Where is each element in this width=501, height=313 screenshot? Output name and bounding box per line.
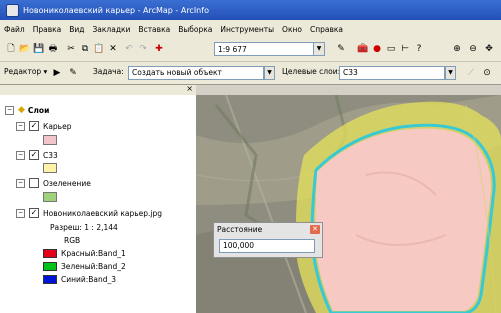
layer-symbol-swatch[interactable]	[43, 163, 57, 173]
layer-checkbox[interactable]: ✓	[29, 121, 39, 131]
pan-icon[interactable]: ✥	[482, 42, 496, 56]
raster-mode: RGB	[64, 236, 81, 245]
add-data-icon[interactable]: ✚	[152, 42, 166, 56]
band-blue: Синий:Band_3	[43, 275, 116, 284]
collapse-icon[interactable]: −	[16, 208, 25, 218]
toc-root-label: Слои	[27, 105, 50, 115]
raster-resolution: Разреш: 1 : 2,144	[50, 223, 118, 232]
toc-header	[0, 85, 196, 95]
distance-input[interactable]: 100,000	[219, 239, 315, 253]
standard-toolbar: 🗋 📂 💾 🖶 ✂ ⧉ 📋 ✕ ↶ ↷ ✚ 1:9 677 ▼ ✎ 🧰 ● ▭ …	[0, 38, 501, 62]
window-title: Новониколаевский карьер - ArcMap - ArcIn…	[23, 5, 209, 15]
band-red: Красный:Band_1	[43, 249, 126, 258]
layer-checkbox[interactable]	[29, 178, 39, 188]
layer-row-karier[interactable]: − ✓ Карьер	[16, 121, 71, 131]
sketch-properties-icon[interactable]: ⊙	[480, 66, 494, 80]
blue-band-swatch	[43, 275, 57, 284]
menu-insert[interactable]: Вставка	[134, 25, 174, 34]
menu-bookmarks[interactable]: Закладки	[89, 25, 135, 34]
menu-tools[interactable]: Инструменты	[216, 25, 278, 34]
open-icon[interactable]: 📂	[18, 42, 32, 56]
band-label: Синий:Band_3	[61, 275, 117, 284]
layer-name: Карьер	[43, 121, 72, 131]
menu-window[interactable]: Окно	[278, 25, 306, 34]
map-view[interactable]	[196, 95, 501, 313]
task-dropdown-icon[interactable]: ▼	[264, 66, 275, 80]
layer-checkbox[interactable]: ✓	[29, 150, 39, 160]
close-icon[interactable]: ✕	[310, 225, 320, 234]
target-dropdown-icon[interactable]: ▼	[445, 66, 456, 80]
new-document-icon[interactable]: 🗋	[4, 42, 18, 56]
layer-name: С33	[43, 150, 58, 160]
model-builder-icon[interactable]: ▭	[384, 42, 398, 56]
task-combobox[interactable]: Создать новый объект	[128, 66, 264, 80]
menu-bar: Файл Правка Вид Закладки Вставка Выборка…	[0, 20, 501, 39]
edit-tool-icon[interactable]: ▶	[50, 66, 64, 80]
band-label: Красный:Band_1	[61, 249, 126, 258]
green-band-swatch	[43, 262, 57, 271]
sketch-tool-icon[interactable]: ✎	[66, 66, 80, 80]
red-band-swatch	[43, 249, 57, 258]
editor-menu[interactable]: Редактор ▾	[4, 67, 47, 76]
python-icon[interactable]: ⊢	[398, 42, 412, 56]
collapse-icon[interactable]: −	[5, 105, 14, 115]
collapse-icon[interactable]: −	[16, 178, 25, 188]
toc-close-icon[interactable]: ×	[186, 84, 193, 93]
menu-help[interactable]: Справка	[306, 25, 347, 34]
arctoolbox-icon[interactable]: 🧰	[356, 42, 370, 56]
menu-file[interactable]: Файл	[0, 25, 29, 34]
cut-icon[interactable]: ✂	[64, 42, 78, 56]
zoom-out-icon[interactable]: ⊖	[466, 42, 480, 56]
task-label: Задача:	[93, 67, 124, 76]
attributes-icon[interactable]: ⟋	[464, 66, 478, 80]
menu-edit[interactable]: Правка	[29, 25, 66, 34]
layers-icon: ◆	[18, 105, 25, 115]
zoom-in-icon[interactable]: ⊕	[450, 42, 464, 56]
layer-symbol-swatch[interactable]	[43, 135, 57, 145]
paste-icon[interactable]: 📋	[92, 42, 106, 56]
layer-row-raster[interactable]: − ✓ Новониколаевский карьер.jpg	[16, 208, 162, 218]
delete-icon[interactable]: ✕	[106, 42, 120, 56]
map-scale-input[interactable]: 1:9 677	[214, 42, 314, 56]
quarry-area[interactable]	[314, 128, 492, 312]
editor-toolbar-icon[interactable]: ✎	[334, 42, 348, 56]
layer-name: Озеленение	[43, 178, 91, 188]
collapse-icon[interactable]: −	[16, 150, 25, 160]
target-label: Целевые слои:	[282, 67, 341, 76]
arcmap-app-icon	[6, 3, 19, 17]
distance-dialog: Расстояние ✕ 100,000	[213, 222, 323, 258]
layer-row-ozelenenie[interactable]: − Озеленение	[16, 178, 91, 188]
print-icon[interactable]: 🖶	[46, 42, 60, 56]
save-icon[interactable]: 💾	[32, 42, 46, 56]
map-canvas[interactable]	[196, 95, 501, 313]
whats-this-icon[interactable]: ?	[412, 42, 426, 56]
table-of-contents: × − ◆ Слои − ✓ Карьер − ✓ С33 − Озеленен…	[0, 84, 197, 313]
title-bar: Новониколаевский карьер - ArcMap - ArcIn…	[0, 0, 501, 20]
undo-icon[interactable]: ↶	[122, 42, 136, 56]
copy-icon[interactable]: ⧉	[78, 42, 92, 56]
redo-icon[interactable]: ↷	[136, 42, 150, 56]
layer-checkbox[interactable]: ✓	[29, 208, 39, 218]
band-green: Зеленый:Band_2	[43, 262, 126, 271]
target-layer-combobox[interactable]: С33	[339, 66, 445, 80]
distance-dialog-title: Расстояние	[217, 225, 263, 234]
layer-name: Новониколаевский карьер.jpg	[43, 208, 163, 218]
menu-view[interactable]: Вид	[65, 25, 88, 34]
collapse-icon[interactable]: −	[16, 121, 25, 131]
layer-row-c33[interactable]: − ✓ С33	[16, 150, 58, 160]
band-label: Зеленый:Band_2	[61, 262, 126, 271]
layer-symbol-swatch[interactable]	[43, 192, 57, 202]
editor-toolbar: Редактор ▾ ▶ ✎ Задача: Создать новый объ…	[0, 62, 501, 85]
menu-selection[interactable]: Выборка	[174, 25, 216, 34]
toc-root[interactable]: − ◆ Слои	[5, 105, 49, 115]
scale-dropdown-icon[interactable]: ▼	[313, 42, 325, 56]
arcmap-window: Новониколаевский карьер - ArcMap - ArcIn…	[0, 0, 501, 313]
command-line-icon[interactable]: ●	[370, 42, 384, 56]
